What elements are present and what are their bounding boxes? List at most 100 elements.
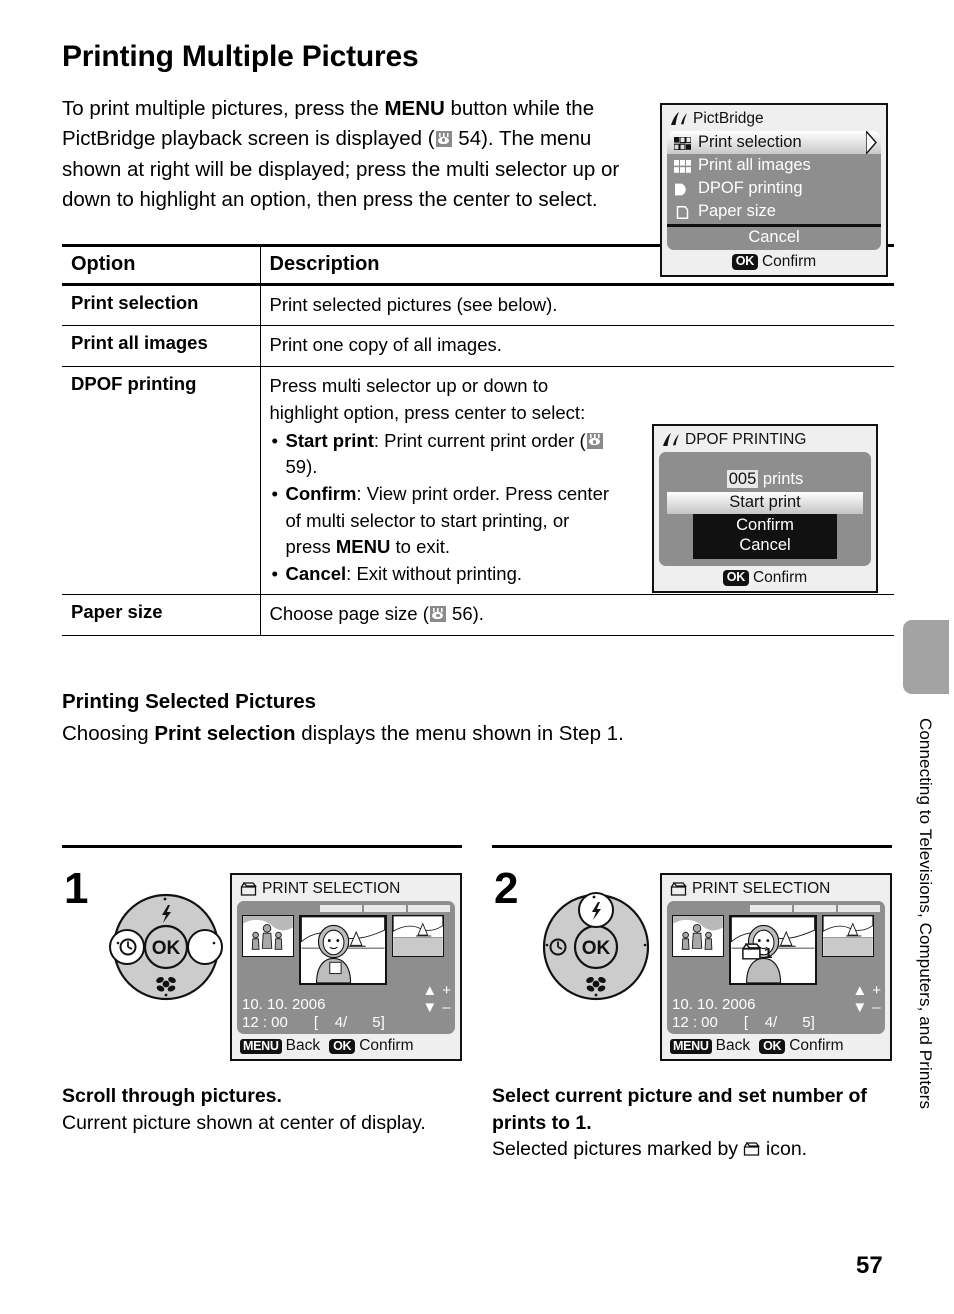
up-arrow-icon: ▲ — [422, 982, 438, 1000]
menu-item-paper-size[interactable]: Paper size — [667, 200, 881, 223]
dpof-print-count-row: 005 prints — [667, 458, 863, 492]
printer-icon — [670, 881, 687, 897]
step2-plus-label: + — [872, 982, 881, 1000]
step1-caption-text: Current picture shown at center of displ… — [62, 1111, 426, 1134]
menu-key-icon: MENU — [240, 1038, 282, 1055]
ok-key-icon: OK — [329, 1038, 356, 1055]
dpof-print-unit: prints — [762, 470, 804, 488]
step2-time-counter: 12 : 00 [ 4/ 5] — [672, 1014, 880, 1032]
pictbridge-menu-list: Print selection Print all images DPOF pr… — [667, 131, 881, 250]
page-ref-eye-icon — [586, 432, 603, 449]
thumbnail-previous[interactable] — [242, 915, 294, 957]
svg-text:OK: OK — [152, 938, 181, 959]
pictbridge-title-text: PictBridge — [693, 110, 764, 127]
print-mark-count: 1 — [764, 945, 773, 962]
step1-time-counter: 12 : 00 [ 4/ 5] — [242, 1014, 450, 1032]
menu-item-dpof-printing[interactable]: DPOF printing — [667, 177, 881, 200]
step-2-number: 2 — [494, 864, 519, 913]
section2-text-b: displays the menu shown in Step 1. — [295, 721, 624, 745]
chapter-tab-marker — [903, 620, 949, 694]
section2-heading: Printing Selected Pictures — [62, 690, 317, 714]
paper-size-ref: 56 — [452, 603, 473, 625]
print-selection-screen-step2: PRINT SELECTION 1 ▲ + ▼ – 10. 10. 2006 1… — [660, 873, 892, 1062]
menu-item-cancel[interactable]: Cancel — [667, 227, 881, 250]
dpof-menu-list: 005 prints Start print Confirm Cancel — [659, 452, 871, 566]
menu-item-print-all-images[interactable]: Print all images — [667, 154, 881, 177]
step1-filmstrip-bar — [320, 905, 450, 912]
step2-footer: MENU Back OK Confirm — [667, 1034, 885, 1056]
table-bottom-rule — [62, 635, 894, 637]
bullet-term-start-print: Start print — [285, 429, 374, 451]
paper-size-tail: ). — [472, 603, 484, 625]
row-desc-print-all: Print one copy of all images. — [259, 325, 894, 367]
step-2: 2 OK PRINT SELECTION 1 ▲ + ▼ – 10. 10. 2… — [492, 845, 892, 1160]
step1-date: 10. 10. 2006 — [242, 996, 326, 1013]
intro-text-1: To print multiple pictures, press the — [62, 96, 385, 120]
bullet-text-start-print: : Print current print order ( — [373, 429, 586, 451]
step-1: 1 OK PRINT SELECTION ▲ + ▼ – 10. 10. 200… — [62, 845, 462, 1134]
thumbnail-current[interactable] — [299, 915, 387, 985]
step1-screen-title-text: PRINT SELECTION — [262, 880, 401, 897]
bullet-term-confirm: Confirm — [285, 483, 357, 505]
step2-screen-body: 1 ▲ + ▼ – 10. 10. 2006 12: 00 [4/ 5] — [667, 901, 885, 1035]
step1-time: 12 : 00 — [242, 1013, 288, 1031]
down-arrow-icon: ▼ — [852, 999, 868, 1017]
step1-caption: Scroll through pictures. Current picture… — [62, 1083, 462, 1136]
grid-mixed-icon — [673, 136, 692, 151]
page-icon — [674, 205, 691, 219]
menu-item-print-selection[interactable]: Print selection — [667, 131, 881, 156]
step2-info: 10. 10. 2006 12 : 00 [ 4/ 5] — [672, 996, 880, 1031]
dpof-d-icon — [674, 182, 691, 196]
dpof-footer: OK Confirm — [659, 566, 871, 588]
step2-filmstrip-bar — [750, 905, 880, 912]
bullet-term-cancel: Cancel — [285, 563, 347, 585]
step2-caption-bold: Select current picture and set number of… — [492, 1085, 867, 1134]
page-number: 57 — [856, 1252, 883, 1279]
step1-back-label: Back — [285, 1037, 321, 1055]
step1-caption-bold: Scroll through pictures. — [62, 1085, 282, 1107]
print-mark-overlay: 1 — [741, 943, 772, 964]
menu-label-print-all-images: Print all images — [698, 156, 811, 174]
step1-thumbnails — [242, 915, 450, 995]
down-arrow-icon: ▼ — [422, 999, 438, 1017]
print-selection-screen-step1: PRINT SELECTION ▲ + ▼ – 10. 10. 2006 12 … — [230, 873, 462, 1062]
step2-time: 12 : 00 — [672, 1013, 718, 1031]
grid-solid-icon — [674, 159, 691, 173]
up-arrow-icon: ▲ — [852, 982, 868, 1000]
section2-bold: Print selection — [154, 721, 296, 745]
ok-key-icon: OK — [759, 1038, 786, 1055]
dpof-item-start-print[interactable]: Start print — [667, 492, 863, 514]
step1-minus-label: – — [442, 999, 451, 1017]
dpof-item-confirm[interactable]: Confirm — [693, 516, 837, 536]
step1-updown-indicator: ▲ + ▼ – — [422, 982, 451, 1016]
row-desc-paper-size: Choose page size ( 56). — [259, 594, 894, 636]
multi-selector-dial-step2[interactable]: OK — [538, 889, 654, 1005]
pictbridge-logo-icon — [662, 432, 680, 448]
thumbnail-next[interactable] — [822, 915, 874, 957]
thumbnail-next[interactable] — [392, 915, 444, 957]
step-2-rule — [492, 845, 892, 848]
thumbnail-previous[interactable] — [672, 915, 724, 957]
step2-back-label: Back — [715, 1037, 751, 1055]
row-option-print-selection: Print selection — [62, 282, 260, 326]
bullet-ref-start-print: 59 — [285, 456, 307, 478]
step2-caption-tail: icon. — [765, 1138, 808, 1161]
bullet-cancel: Cancel: Exit without printing. — [272, 561, 610, 588]
ok-key-icon: OK — [731, 254, 758, 270]
dpof-bullet-list: Start print: Print current print order (… — [270, 428, 610, 588]
thumbnail-current[interactable]: 1 — [729, 915, 817, 985]
step1-screen-title: PRINT SELECTION — [237, 879, 455, 901]
dpof-print-count[interactable]: 005 — [726, 470, 759, 488]
pictbridge-screen-title: PictBridge — [667, 109, 881, 131]
step1-info: 10. 10. 2006 12 : 00 [ 4/ 5] — [242, 996, 450, 1031]
dpof-item-cancel[interactable]: Cancel — [693, 536, 837, 556]
step2-updown-indicator: ▲ + ▼ – — [852, 982, 881, 1016]
section2-intro: Choosing Print selection displays the me… — [62, 719, 852, 750]
step-1-number: 1 — [64, 864, 89, 913]
multi-selector-dial-step1[interactable]: OK — [108, 889, 224, 1005]
step1-confirm-label: Confirm — [359, 1037, 414, 1055]
step2-confirm-label: Confirm — [789, 1037, 844, 1055]
section-printing-selected: Printing Selected Pictures Choosing Prin… — [62, 690, 894, 749]
bullet-text-cancel: : Exit without printing. — [346, 563, 523, 585]
step2-screen-title: PRINT SELECTION — [667, 879, 885, 901]
